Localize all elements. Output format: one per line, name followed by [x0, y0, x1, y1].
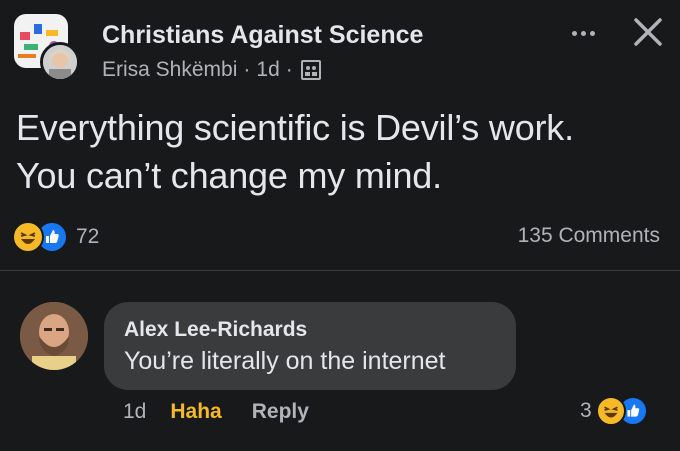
close-icon[interactable] [628, 12, 668, 52]
commenter-name[interactable]: Alex Lee-Richards [124, 318, 307, 342]
post-text: Everything scientific is Devil’s work. Y… [16, 107, 574, 196]
comment-actions: 1d Haha Reply [123, 400, 309, 424]
comment-bubble [104, 302, 516, 390]
meta-separator: · [243, 58, 251, 81]
group-privacy-icon [300, 60, 321, 80]
haha-icon [12, 221, 44, 253]
comments-count[interactable]: 135 Comments [518, 224, 660, 248]
commenter-avatar[interactable] [20, 302, 88, 370]
comment-reaction-count: 3 [580, 399, 592, 422]
group-name[interactable]: Christians Against Science [102, 21, 423, 50]
post-reactions[interactable]: 72 [12, 221, 100, 253]
group-avatar[interactable] [14, 14, 80, 82]
post-meta: Erisa Shkëmbi · 1d · [102, 58, 321, 82]
haha-icon [595, 396, 626, 426]
more-options-icon[interactable] [563, 18, 603, 48]
meta-separator: · [285, 58, 293, 81]
author-avatar[interactable] [40, 42, 80, 82]
divider [0, 270, 680, 271]
reply-button[interactable]: Reply [252, 400, 309, 424]
comment-text: You’re literally on the internet [124, 347, 446, 375]
haha-reaction-button[interactable]: Haha [170, 400, 221, 424]
reaction-count: 72 [76, 225, 100, 248]
comment-reactions[interactable]: 3 [580, 396, 648, 426]
comment-time[interactable]: 1d [123, 400, 146, 424]
author-name[interactable]: Erisa Shkëmbi [102, 58, 237, 82]
post-time[interactable]: 1d [256, 58, 279, 82]
